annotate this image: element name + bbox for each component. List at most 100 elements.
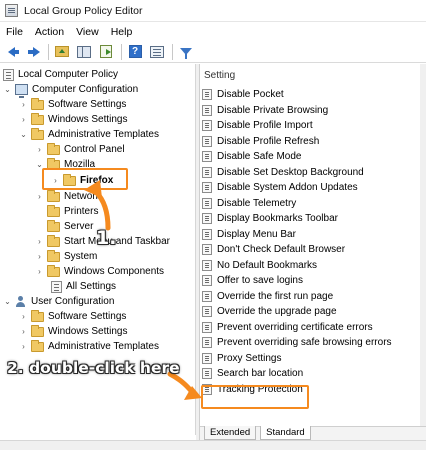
menu-help[interactable]: Help bbox=[105, 26, 139, 38]
folder-icon bbox=[31, 112, 44, 125]
setting-row[interactable]: Disable System Addon Updates bbox=[202, 181, 358, 194]
chevron-right-icon[interactable]: › bbox=[19, 312, 28, 321]
folder-icon bbox=[47, 189, 60, 202]
up-folder-button[interactable] bbox=[53, 43, 71, 61]
tree-label: Windows Settings bbox=[48, 326, 128, 337]
chevron-down-icon[interactable]: ⌄ bbox=[3, 297, 12, 306]
tab-extended[interactable]: Extended bbox=[204, 426, 257, 440]
setting-row[interactable]: Disable Profile Refresh bbox=[202, 135, 319, 148]
export-list-button[interactable] bbox=[97, 43, 115, 61]
setting-icon bbox=[202, 197, 212, 209]
setting-row[interactable]: Offer to save logins bbox=[202, 274, 303, 287]
tree-item-cc-administrative-templates[interactable]: ⌄ Administrative Templates bbox=[19, 127, 159, 141]
setting-icon bbox=[202, 368, 212, 379]
setting-label: Disable System Addon Updates bbox=[217, 182, 358, 193]
setting-row[interactable]: Don't Check Default Browser bbox=[202, 243, 345, 256]
tree-item-uc-administrative-templates[interactable]: › Administrative Templates bbox=[19, 339, 159, 353]
help-button[interactable]: ? bbox=[126, 43, 144, 61]
chevron-down-icon[interactable]: ⌄ bbox=[19, 130, 28, 139]
tree-item-user-configuration[interactable]: ⌄ User Configuration bbox=[3, 295, 114, 308]
tree-item-all-settings[interactable]: All Settings bbox=[51, 280, 116, 293]
setting-row[interactable]: Disable Telemetry bbox=[202, 197, 296, 210]
menu-view[interactable]: View bbox=[70, 26, 105, 38]
setting-row[interactable]: Override the first run page bbox=[202, 290, 333, 303]
setting-row[interactable]: Disable Set Desktop Background bbox=[202, 166, 364, 179]
setting-label: Display Menu Bar bbox=[217, 228, 296, 240]
tree-item-cc-windows-settings[interactable]: › Windows Settings bbox=[19, 112, 127, 126]
show-hide-tree-button[interactable] bbox=[75, 43, 93, 61]
chevron-right-icon[interactable]: › bbox=[19, 327, 28, 336]
tree-item-computer-configuration[interactable]: ⌄ Computer Configuration bbox=[3, 83, 138, 98]
tree-item-uc-windows-settings[interactable]: › Windows Settings bbox=[19, 324, 128, 338]
forward-button[interactable] bbox=[24, 43, 42, 61]
setting-row[interactable]: Disable Profile Import bbox=[202, 119, 313, 132]
chevron-right-icon[interactable]: › bbox=[19, 100, 28, 109]
tree-label: All Settings bbox=[66, 281, 117, 292]
tree-label: System bbox=[64, 251, 98, 262]
tree-label: Software Settings bbox=[48, 311, 127, 322]
policy-icon bbox=[3, 68, 14, 81]
setting-row[interactable]: Prevent overriding certificate errors bbox=[202, 321, 373, 334]
setting-row[interactable]: Disable Safe Mode bbox=[202, 150, 302, 163]
setting-row[interactable]: Display Menu Bar bbox=[202, 228, 296, 241]
setting-icon bbox=[202, 321, 212, 333]
properties-button[interactable] bbox=[148, 43, 166, 61]
setting-icon bbox=[202, 213, 212, 224]
show-hide-tree-icon bbox=[77, 45, 91, 58]
setting-row[interactable]: Prevent overriding safe browsing errors bbox=[202, 336, 392, 349]
tree-label: Start Menu and Taskbar bbox=[64, 236, 170, 247]
setting-icon bbox=[202, 104, 212, 116]
toolbar-separator bbox=[48, 43, 49, 60]
back-button[interactable] bbox=[2, 43, 20, 61]
settings-scrollbar[interactable] bbox=[420, 64, 426, 426]
tree-item-printers[interactable]: Printers bbox=[35, 204, 98, 218]
setting-label: Proxy Settings bbox=[217, 352, 282, 364]
setting-row[interactable]: Display Bookmarks Toolbar bbox=[202, 212, 338, 225]
chevron-right-icon[interactable]: › bbox=[35, 252, 44, 261]
tree-label: Server bbox=[64, 221, 94, 232]
tree-label-root: Local Computer Policy bbox=[18, 69, 119, 80]
setting-row[interactable]: Override the upgrade page bbox=[202, 305, 337, 318]
step1-label: 1. bbox=[96, 227, 117, 249]
setting-row[interactable]: Proxy Settings bbox=[202, 352, 281, 365]
tree-item-system[interactable]: › System bbox=[35, 249, 98, 263]
chevron-right-icon[interactable]: › bbox=[35, 237, 44, 246]
tree-item-uc-software-settings[interactable]: › Software Settings bbox=[19, 309, 127, 323]
tree-item-cc-software-settings[interactable]: › Software Settings bbox=[19, 97, 126, 111]
chevron-right-icon[interactable]: › bbox=[35, 267, 44, 276]
menu-action[interactable]: Action bbox=[29, 26, 70, 38]
tree-item-windows-components[interactable]: › Windows Components bbox=[35, 264, 165, 278]
setting-label: Offer to save logins bbox=[217, 275, 303, 286]
tree-item-network[interactable]: › Network bbox=[35, 189, 101, 203]
menu-file[interactable]: File bbox=[0, 26, 29, 38]
folder-icon bbox=[47, 142, 60, 155]
setting-row[interactable]: No Default Bookmarks bbox=[202, 259, 317, 272]
tree-label: Windows Components bbox=[64, 266, 165, 277]
back-icon bbox=[7, 46, 19, 57]
chevron-down-icon[interactable]: ⌄ bbox=[3, 85, 12, 94]
setting-label: Override the first run page bbox=[217, 290, 334, 302]
tree-label: Administrative Templates bbox=[48, 341, 159, 352]
setting-icon bbox=[202, 306, 212, 317]
setting-column-header[interactable]: Setting bbox=[200, 70, 235, 81]
setting-label: Prevent overriding certificate errors bbox=[217, 321, 373, 333]
tree-label: Control Panel bbox=[64, 144, 125, 155]
setting-label: Prevent overriding safe browsing errors bbox=[217, 337, 392, 348]
chevron-right-icon[interactable]: › bbox=[19, 342, 28, 351]
tab-standard[interactable]: Standard bbox=[260, 426, 311, 440]
chevron-right-icon[interactable]: › bbox=[19, 115, 28, 124]
chevron-right-icon[interactable]: › bbox=[35, 192, 44, 201]
setting-icon bbox=[202, 89, 212, 100]
filter-button[interactable] bbox=[177, 43, 195, 61]
tree-item-server[interactable]: Server bbox=[35, 219, 94, 233]
setting-row[interactable]: Disable Pocket bbox=[202, 88, 284, 101]
chevron-right-icon[interactable]: › bbox=[35, 145, 44, 154]
tree-item-root[interactable]: Local Computer Policy bbox=[3, 68, 118, 81]
folder-icon bbox=[47, 204, 60, 217]
folder-icon bbox=[31, 97, 44, 110]
tree-item-control-panel[interactable]: › Control Panel bbox=[35, 142, 125, 156]
setting-row[interactable]: Search bar location bbox=[202, 367, 303, 380]
setting-icon bbox=[202, 151, 212, 162]
setting-label: Disable Private Browsing bbox=[217, 104, 329, 116]
setting-row[interactable]: Disable Private Browsing bbox=[202, 104, 328, 117]
